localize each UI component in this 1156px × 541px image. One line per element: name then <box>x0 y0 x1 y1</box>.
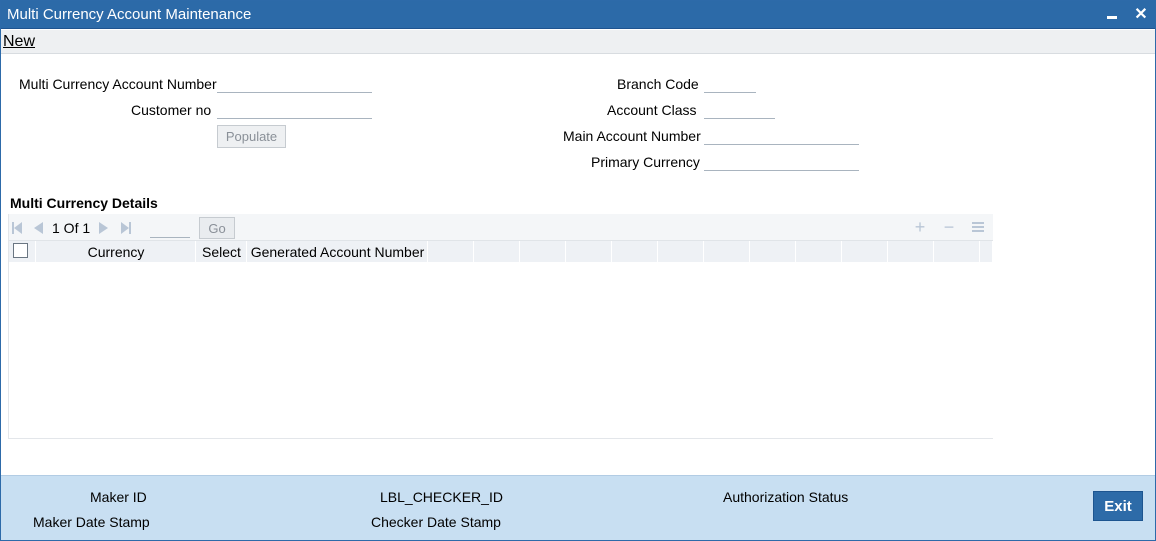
column-header-generated-account-number[interactable]: Generated Account Number <box>248 241 428 263</box>
main-account-number-input[interactable] <box>704 125 859 145</box>
customer-no-label: Customer no <box>131 102 212 118</box>
delete-row-icon[interactable]: − <box>941 218 957 236</box>
page-info: 1 Of 1 <box>52 220 91 236</box>
branch-code-input[interactable] <box>704 73 756 93</box>
empty-header-cell <box>981 241 993 263</box>
page-number-input[interactable] <box>150 217 190 238</box>
go-button[interactable]: Go <box>199 217 235 239</box>
column-header-currency[interactable]: Currency <box>37 241 196 263</box>
authorization-status-label: Authorization Status <box>723 489 849 505</box>
first-page-icon[interactable] <box>12 222 22 234</box>
mc-account-number-label: Multi Currency Account Number <box>19 76 217 92</box>
empty-header-cell <box>475 241 520 263</box>
section-title: Multi Currency Details <box>10 195 158 211</box>
empty-header-cell <box>429 241 474 263</box>
close-icon[interactable]: ✕ <box>1131 5 1151 25</box>
empty-header-cell <box>659 241 704 263</box>
grid-header: Currency Select Generated Account Number <box>9 240 993 263</box>
main-window: Multi Currency Account Maintenance ✕ New… <box>0 0 1156 541</box>
select-all-cell <box>9 241 36 263</box>
window-title: Multi Currency Account Maintenance <box>7 6 252 23</box>
primary-currency-input[interactable] <box>704 151 859 171</box>
primary-currency-label: Primary Currency <box>591 154 700 170</box>
next-page-icon[interactable] <box>99 222 108 234</box>
empty-header-cell <box>521 241 566 263</box>
single-view-icon[interactable] <box>970 219 986 235</box>
checker-id-label: LBL_CHECKER_ID <box>380 489 503 505</box>
empty-header-cell <box>797 241 842 263</box>
exit-button[interactable]: Exit <box>1093 491 1143 521</box>
empty-header-cell <box>843 241 888 263</box>
audit-footer: Maker ID Maker Date Stamp LBL_CHECKER_ID… <box>1 475 1155 540</box>
minimize-icon[interactable] <box>1102 5 1122 25</box>
populate-button[interactable]: Populate <box>217 125 286 148</box>
select-all-checkbox[interactable] <box>13 243 28 258</box>
mc-account-number-input[interactable] <box>217 73 372 93</box>
account-class-input[interactable] <box>704 99 775 119</box>
empty-header-cell <box>751 241 796 263</box>
previous-page-icon[interactable] <box>34 222 43 234</box>
checker-date-stamp-label: Checker Date Stamp <box>371 514 501 530</box>
menu-bar: New <box>1 30 1155 54</box>
empty-header-cell <box>613 241 658 263</box>
title-bar: Multi Currency Account Maintenance ✕ <box>1 1 1155 29</box>
maker-date-stamp-label: Maker Date Stamp <box>33 514 150 530</box>
customer-no-input[interactable] <box>217 99 372 119</box>
last-page-icon[interactable] <box>121 222 131 234</box>
new-link[interactable]: New <box>3 33 35 51</box>
branch-code-label: Branch Code <box>617 76 699 92</box>
empty-header-cell <box>567 241 612 263</box>
empty-header-cell <box>935 241 980 263</box>
add-row-icon[interactable]: + <box>912 218 928 236</box>
empty-header-cell <box>705 241 750 263</box>
main-account-number-label: Main Account Number <box>563 128 701 144</box>
multi-currency-grid: 1 Of 1 Go + − Currency Select Generated … <box>8 214 993 439</box>
grid-toolbar: 1 Of 1 Go + − <box>9 214 993 240</box>
empty-header-cell <box>889 241 934 263</box>
maker-id-label: Maker ID <box>90 489 147 505</box>
column-header-select[interactable]: Select <box>197 241 247 263</box>
account-class-label: Account Class <box>607 102 697 118</box>
